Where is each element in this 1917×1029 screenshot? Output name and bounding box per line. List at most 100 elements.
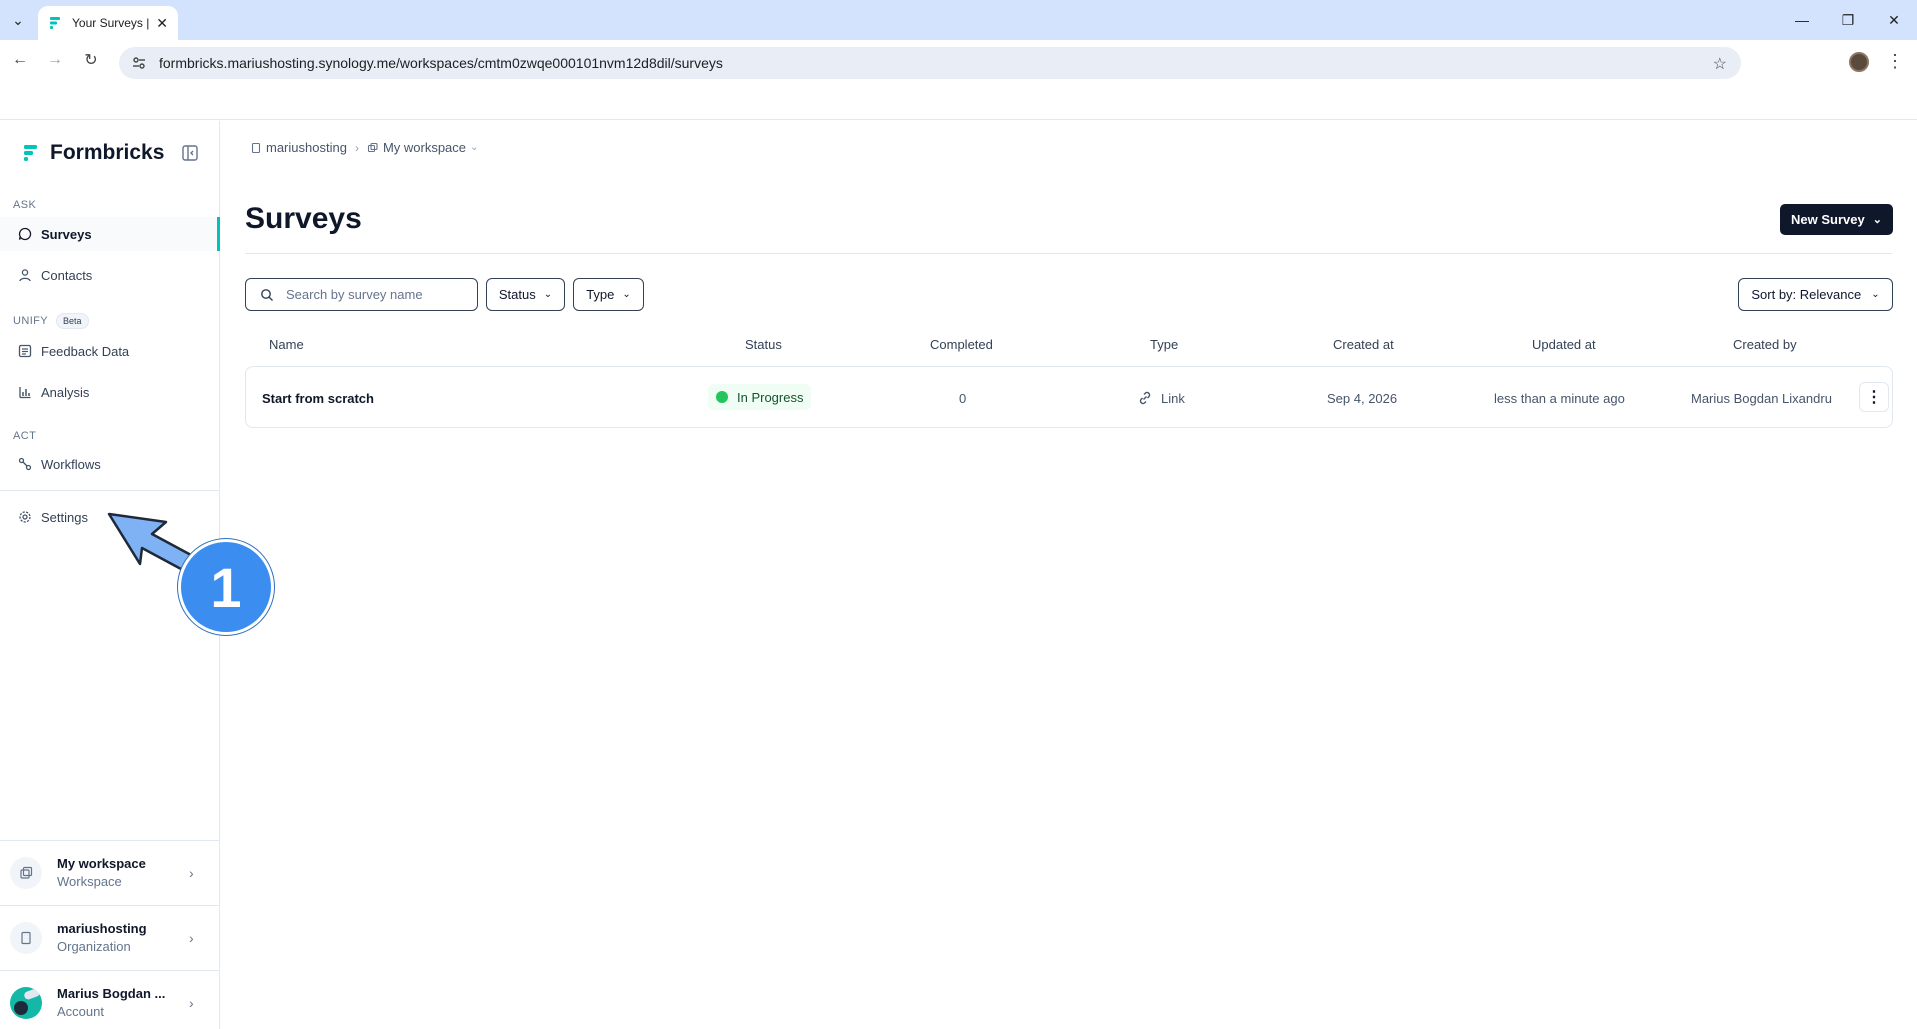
chevron-down-icon: ⌄ bbox=[543, 289, 553, 300]
row-menu-icon[interactable]: ⋮ bbox=[1859, 382, 1889, 412]
sidebar-item-label: Feedback Data bbox=[41, 343, 130, 359]
column-header-type: Type bbox=[1150, 337, 1179, 352]
breadcrumb-org-label: mariushosting bbox=[266, 140, 347, 155]
chevron-right-icon: › bbox=[354, 140, 359, 155]
tab-search-icon[interactable]: ⌄ bbox=[6, 8, 30, 32]
workspace-switcher[interactable]: My workspace Workspace › bbox=[0, 840, 219, 904]
column-header-updated-at: Updated at bbox=[1532, 337, 1596, 352]
sidebar-item-feedback-data[interactable]: Feedback Data bbox=[0, 334, 219, 368]
browser-tab[interactable]: Your Surveys | Formbricks ✕ bbox=[38, 6, 178, 40]
organization-switcher[interactable]: mariushosting Organization › bbox=[0, 905, 219, 969]
back-icon[interactable]: ← bbox=[8, 48, 32, 72]
created-at: Sep 4, 2026 bbox=[1327, 391, 1398, 406]
breadcrumb-organization[interactable]: mariushosting bbox=[250, 140, 347, 155]
search-icon bbox=[261, 288, 273, 301]
account-title: Marius Bogdan ... bbox=[57, 986, 166, 1001]
search-box[interactable] bbox=[245, 278, 478, 311]
building-icon bbox=[251, 142, 261, 153]
avatar bbox=[10, 986, 42, 1019]
chevron-down-icon: ⌄ bbox=[470, 142, 479, 153]
brand[interactable]: Formbricks bbox=[22, 141, 164, 165]
updated-at: less than a minute ago bbox=[1494, 391, 1625, 406]
column-header-completed: Completed bbox=[930, 337, 993, 352]
workspace-icon bbox=[10, 856, 42, 889]
section-label-unify: UNIFY Beta bbox=[13, 313, 89, 329]
created-by: Marius Bogdan Lixandru bbox=[1691, 391, 1832, 406]
bar-chart-icon bbox=[19, 387, 31, 399]
survey-type-label: Link bbox=[1161, 390, 1185, 406]
bookmark-star-icon[interactable]: ☆ bbox=[1713, 54, 1727, 74]
status-badge: In Progress bbox=[708, 384, 812, 410]
breadcrumb-workspace-label: My workspace bbox=[382, 140, 467, 155]
sidebar-collapse-icon[interactable] bbox=[180, 143, 200, 163]
sidebar-item-label: Workflows bbox=[41, 456, 101, 472]
tab-title: Your Surveys | Formbricks bbox=[72, 16, 152, 30]
message-circle-icon bbox=[18, 227, 32, 241]
list-icon bbox=[18, 344, 32, 358]
browser-menu-icon[interactable]: ⋮ bbox=[1886, 50, 1904, 74]
survey-type: Link bbox=[1137, 390, 1185, 406]
browser-tab-bar: ⌄ Your Surveys | Formbricks ✕ — ❐ ✕ bbox=[0, 0, 1917, 40]
url-text: formbricks.mariushosting.synology.me/wor… bbox=[159, 55, 723, 71]
forward-icon[interactable]: → bbox=[43, 48, 67, 72]
column-header-created-by: Created by bbox=[1733, 337, 1797, 352]
search-input[interactable] bbox=[286, 287, 466, 302]
beta-badge: Beta bbox=[56, 313, 89, 329]
breadcrumb: mariushosting › My workspace ⌄ bbox=[250, 140, 478, 155]
status-dot-icon bbox=[716, 391, 728, 403]
tab-close-icon[interactable]: ✕ bbox=[156, 15, 168, 32]
section-label-unify-text: UNIFY bbox=[13, 315, 48, 327]
building-icon bbox=[10, 921, 42, 954]
sidebar-item-label: Settings bbox=[41, 509, 88, 525]
brand-name: Formbricks bbox=[50, 141, 165, 164]
new-survey-label: New Survey bbox=[1791, 212, 1865, 227]
link-icon bbox=[1139, 391, 1151, 405]
section-label-act: ACT bbox=[13, 430, 37, 442]
type-filter-button[interactable]: Type ⌄ bbox=[573, 278, 644, 311]
status-filter-label: Status bbox=[498, 287, 536, 302]
restore-icon[interactable]: ❐ bbox=[1825, 0, 1871, 40]
account-switcher[interactable]: Marius Bogdan ... Account › bbox=[0, 970, 219, 1029]
bookmarks-bar bbox=[0, 80, 1917, 120]
minimize-icon[interactable]: — bbox=[1779, 0, 1825, 40]
table-row[interactable]: Start from scratch In Progress 0 Link Se… bbox=[245, 366, 1893, 428]
workflow-icon bbox=[18, 457, 32, 471]
workspace-icon bbox=[367, 142, 378, 152]
workspace-title: My workspace bbox=[57, 856, 146, 871]
formbricks-logo-icon bbox=[24, 145, 37, 161]
sidebar-item-label: Analysis bbox=[41, 384, 90, 400]
sort-button[interactable]: Sort by: Relevance ⌄ bbox=[1738, 278, 1893, 311]
breadcrumb-workspace[interactable]: My workspace ⌄ bbox=[367, 140, 478, 155]
sidebar-item-analysis[interactable]: Analysis bbox=[0, 375, 219, 409]
annotation-step-badge: 1 bbox=[178, 539, 274, 635]
site-info-icon[interactable] bbox=[131, 55, 147, 71]
sidebar-item-label: Contacts bbox=[41, 267, 93, 283]
completed-count: 0 bbox=[959, 391, 967, 406]
organization-subtitle: Organization bbox=[57, 939, 131, 954]
reload-icon[interactable]: ↻ bbox=[79, 48, 103, 72]
chevron-right-icon: › bbox=[189, 929, 194, 946]
address-bar[interactable]: formbricks.mariushosting.synology.me/wor… bbox=[119, 47, 1741, 79]
chevron-right-icon: › bbox=[189, 994, 194, 1011]
section-label-ask: ASK bbox=[13, 199, 37, 211]
chevron-down-icon: ⌄ bbox=[1871, 289, 1880, 300]
new-survey-button[interactable]: New Survey ⌄ bbox=[1780, 204, 1893, 235]
account-subtitle: Account bbox=[57, 1004, 104, 1019]
chevron-down-icon: ⌄ bbox=[1872, 214, 1882, 226]
formbricks-favicon-icon bbox=[50, 17, 60, 29]
close-window-icon[interactable]: ✕ bbox=[1871, 0, 1917, 40]
gear-icon bbox=[19, 511, 31, 523]
survey-name: Start from scratch bbox=[262, 391, 374, 406]
sidebar-item-workflows[interactable]: Workflows bbox=[0, 447, 219, 481]
organization-title: mariushosting bbox=[57, 921, 147, 936]
column-header-status: Status bbox=[745, 337, 782, 352]
header-divider bbox=[245, 253, 1892, 254]
chevron-right-icon: › bbox=[189, 864, 194, 881]
sidebar-item-contacts[interactable]: Contacts bbox=[0, 258, 219, 292]
status-filter-button[interactable]: Status ⌄ bbox=[486, 278, 565, 311]
browser-profile-avatar[interactable] bbox=[1849, 52, 1869, 72]
sidebar-item-surveys[interactable]: Surveys bbox=[0, 217, 220, 251]
type-filter-label: Type bbox=[586, 287, 615, 302]
sidebar-divider bbox=[0, 490, 219, 491]
status-text: In Progress bbox=[737, 389, 804, 405]
